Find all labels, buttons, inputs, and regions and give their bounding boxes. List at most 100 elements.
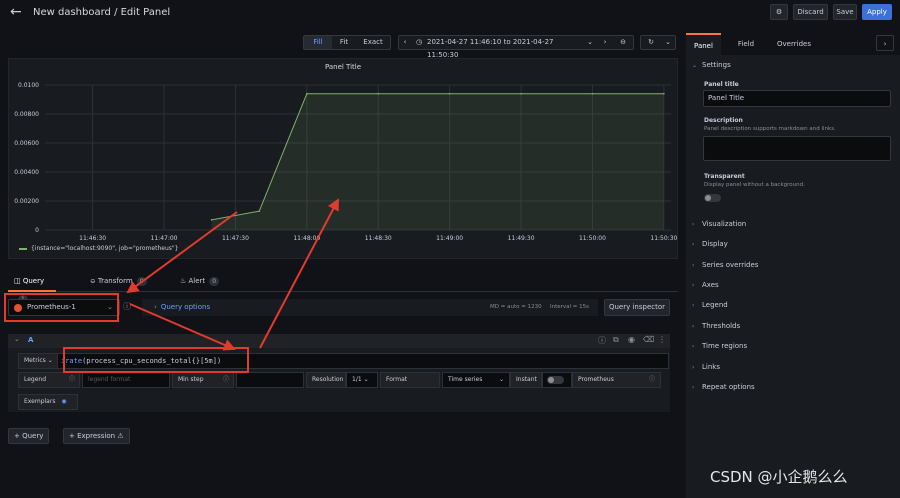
chevron-down-icon: ⌄ (107, 303, 113, 311)
tab-alert-count: 0 (209, 277, 220, 286)
query-inspector-button[interactable]: Query inspector (604, 299, 670, 316)
sidebar-section-repeat-options[interactable]: › Repeat options (692, 383, 755, 391)
options-sidebar: Panel Field Overrides › ⌄ Settings Panel … (686, 33, 900, 498)
tab-alert[interactable]: ♨ Alert 0 (180, 272, 240, 292)
panel-title-label: Panel title (704, 81, 739, 88)
eye-icon[interactable]: ◉ (628, 335, 635, 344)
tab-query[interactable]: ◫ Query1 (8, 272, 56, 304)
instant-toggle[interactable] (542, 372, 572, 388)
time-range-label[interactable]: 2021-04-27 11:46:10 to 2021-04-27 11:50:… (427, 36, 587, 59)
tab-transform[interactable]: ⎉ Transform 0 (90, 272, 160, 292)
exemplars-label: Exemplars ◉ (18, 394, 78, 410)
tab-field[interactable]: Field (731, 33, 761, 55)
chevron-right-icon[interactable]: › (876, 35, 894, 51)
chevron-right-icon: › (154, 303, 157, 311)
transform-icon: ⎉ (90, 277, 96, 285)
query-options-toggle[interactable]: › Query options MD = auto = 1230 Interval… (142, 299, 598, 316)
sidebar-section-links[interactable]: › Links (692, 363, 720, 371)
format-label: Format (380, 372, 440, 388)
time-forward-icon[interactable]: › (599, 36, 611, 49)
resolution-select[interactable]: 1/1 ⌄ (346, 372, 378, 388)
fill-button[interactable]: Fill (304, 36, 332, 49)
time-range-picker: ‹ ◷ 2021-04-27 11:46:10 to 2021-04-27 11… (398, 35, 634, 59)
data-point (591, 92, 594, 95)
drag-handle-icon[interactable]: ⋮ (658, 335, 666, 344)
chevron-down-icon: ⌄ (692, 62, 698, 69)
transparent-switch[interactable] (704, 194, 721, 202)
section-label: Repeat options (702, 383, 755, 391)
sidebar-section-legend[interactable]: › Legend (692, 301, 728, 309)
back-arrow-icon[interactable]: ← (10, 5, 22, 19)
description-help: Panel description supports markdown and … (704, 126, 836, 132)
description-textarea[interactable] (703, 136, 891, 161)
instant-switch[interactable] (547, 376, 564, 384)
chevron-down-icon: ⌄ (363, 376, 369, 383)
expr-function: irate (61, 357, 83, 365)
collapse-chevron-icon[interactable]: ⌄ (14, 335, 20, 343)
tab-overrides[interactable]: Overrides (774, 33, 814, 55)
sidebar-section-series-overrides[interactable]: › Series overrides (692, 261, 758, 269)
interval-info: Interval = 15s (550, 304, 590, 310)
section-label: Legend (702, 301, 728, 309)
panel-title-input[interactable]: Panel Title (703, 90, 891, 107)
transparent-label: Transparent (704, 173, 745, 180)
tab-transform-label: Transform (97, 277, 133, 285)
data-point (306, 92, 308, 95)
settings-gear-button[interactable]: ⚙ (770, 4, 788, 20)
sidebar-section-visualization[interactable]: › Visualization (692, 220, 746, 228)
discard-button[interactable]: Discard (793, 4, 828, 20)
sidebar-section-thresholds[interactable]: › Thresholds (692, 322, 740, 330)
max-data-points-info: MD = auto = 1230 (490, 304, 542, 310)
info-icon: ⓘ (69, 376, 76, 383)
sidebar-section-axes[interactable]: › Axes (692, 281, 719, 289)
page-title: New dashboard / Edit Panel (33, 7, 171, 18)
help-circle-icon[interactable]: ⓘ (598, 335, 606, 346)
legend-series-name[interactable]: {instance="localhost:9090", job="prometh… (31, 245, 178, 252)
zoom-out-icon[interactable]: ⊖ (615, 36, 631, 49)
time-back-icon[interactable]: ‹ (399, 36, 411, 49)
gear-icon: ⚙ (775, 8, 783, 16)
legend-format-input[interactable]: legend format (82, 372, 170, 388)
data-point (520, 92, 522, 95)
tab-panel[interactable]: Panel (686, 33, 721, 55)
refresh-icon[interactable]: ↻ (643, 36, 659, 49)
add-query-button[interactable]: + Query (8, 428, 50, 444)
datasource-select[interactable]: Prometheus-1 ⌄ (8, 299, 120, 316)
data-point (258, 210, 261, 212)
data-point (210, 219, 213, 221)
data-point (663, 92, 665, 95)
section-label: Display (702, 240, 728, 248)
chevron-down-icon[interactable]: ⌄ (585, 36, 595, 49)
add-query-label: Query (22, 432, 44, 440)
add-expression-button[interactable]: + Expression ⚠ (63, 428, 130, 444)
query-expression-input[interactable]: irate(process_cpu_seconds_total{}[5m]) (57, 353, 669, 369)
fit-button[interactable]: Fit (332, 36, 356, 49)
warning-icon: ⚠ (117, 432, 124, 440)
refresh-interval-chevron-icon[interactable]: ⌄ (661, 36, 675, 49)
chevron-right-icon: › (692, 241, 695, 248)
query-ref-id[interactable]: A (28, 336, 33, 344)
duplicate-icon[interactable]: ⧉ (613, 335, 619, 345)
format-select[interactable]: Time series ⌄ (442, 372, 510, 388)
section-label: Series overrides (702, 261, 759, 269)
save-button[interactable]: Save (833, 4, 857, 20)
metrics-browser-button[interactable]: Metrics ⌄ (18, 353, 58, 369)
y-tick-label: 0.00400 (14, 169, 39, 176)
sidebar-section-time-regions[interactable]: › Time regions (692, 342, 747, 350)
y-tick-label: 0.00800 (14, 111, 39, 118)
min-step-input[interactable] (236, 372, 304, 388)
x-tick-label: 11:49:30 (508, 235, 535, 242)
trash-icon[interactable]: ⌫ (643, 335, 654, 344)
eye-icon[interactable]: ◉ (61, 398, 66, 405)
query-options-bar: Prometheus-1 ⌄ ⓘ › Query options MD = aut… (8, 299, 678, 317)
chevron-right-icon: › (692, 384, 695, 391)
apply-button[interactable]: Apply (862, 4, 892, 20)
chevron-right-icon: › (692, 302, 695, 309)
sidebar-section-display[interactable]: › Display (692, 240, 728, 248)
exact-button[interactable]: Exact (356, 36, 390, 49)
query-tabs: ◫ Query1 ⎉ Transform0 ♨ Alert0 (8, 270, 678, 304)
chevron-down-icon: ⌄ (498, 376, 504, 383)
settings-section-header[interactable]: ⌄ Settings (692, 61, 731, 69)
help-circle-icon[interactable]: ⓘ (123, 301, 131, 312)
plus-icon: + (14, 432, 20, 440)
